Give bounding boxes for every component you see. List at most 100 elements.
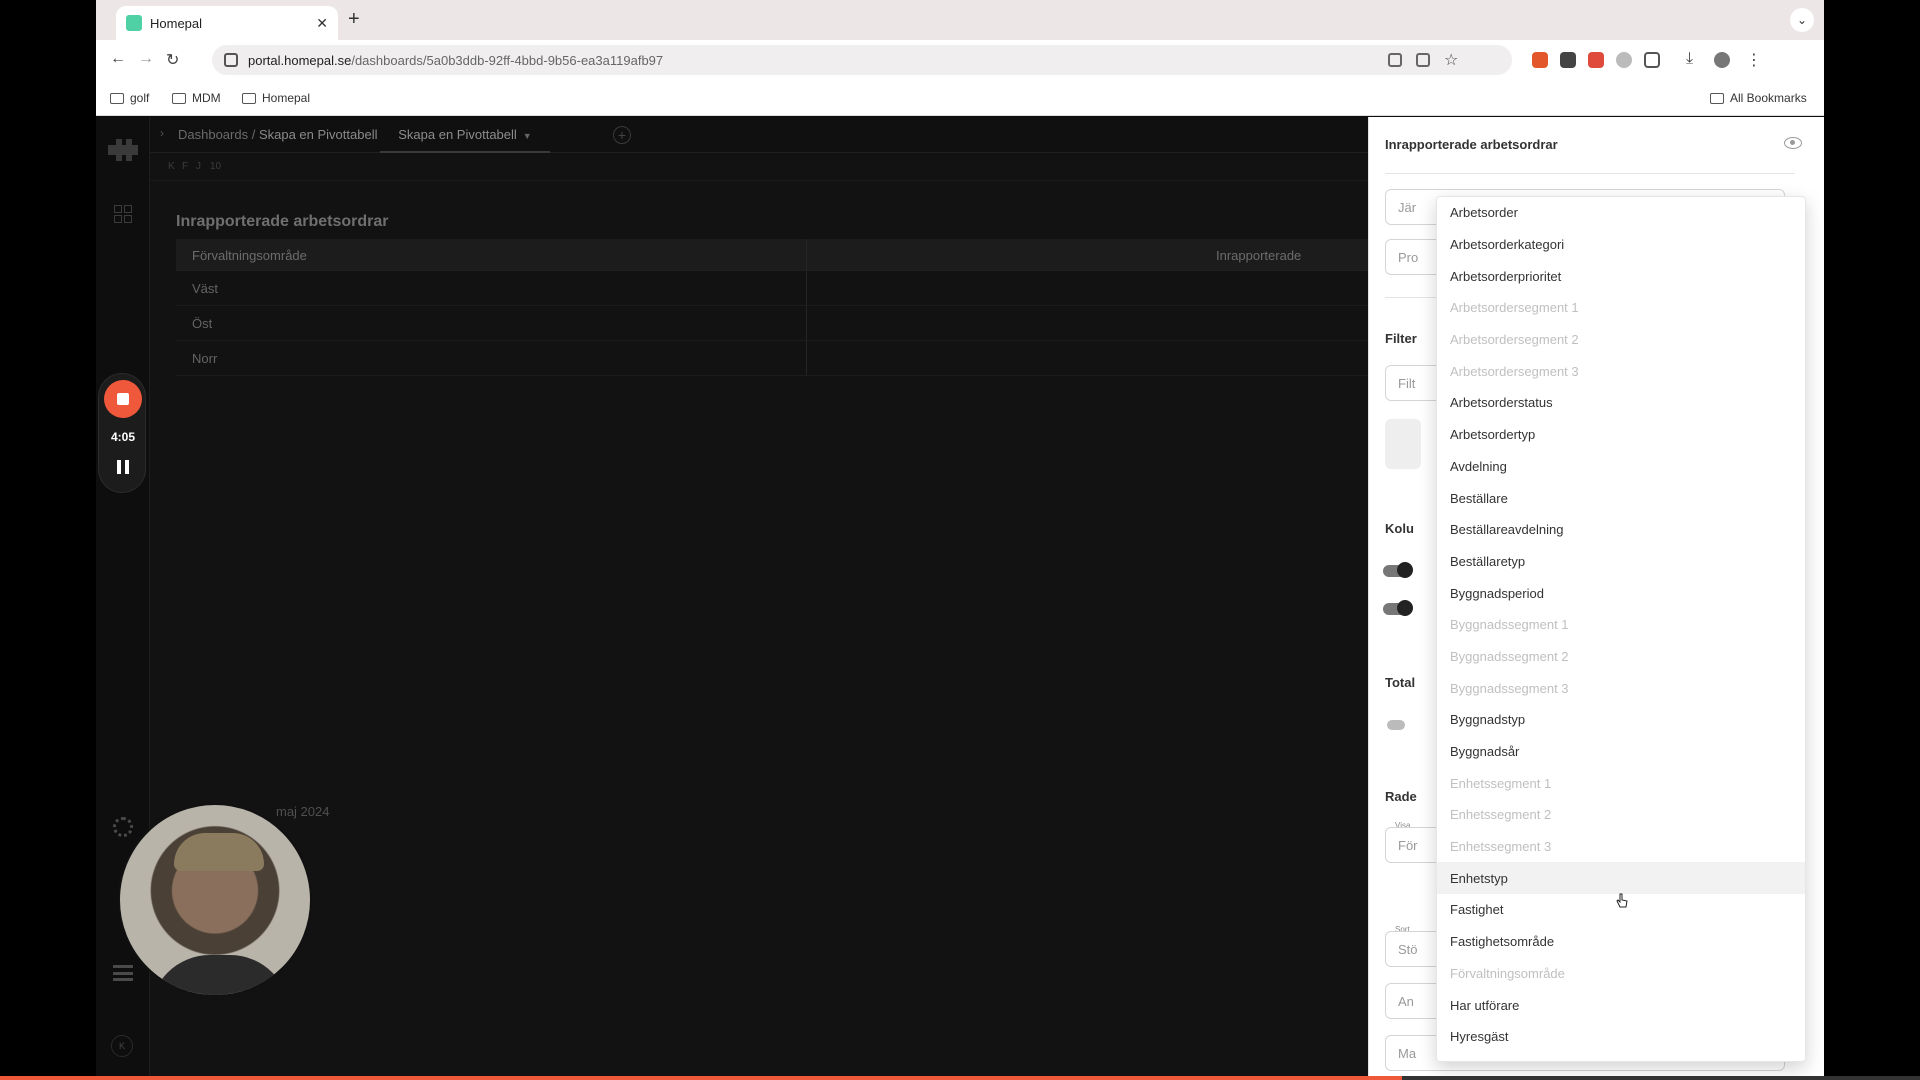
total-toggle[interactable] [1387,720,1405,730]
column-toggle[interactable] [1383,562,1413,578]
extension-red-icon[interactable] [1588,52,1604,68]
dropdown-option: Enhetssegment 3 [1450,839,1552,855]
eye-icon[interactable] [1784,137,1802,149]
dropdown-option[interactable]: Arbetsorderprioritet [1437,260,1805,292]
tab-skapa-en-pivottabell[interactable]: Skapa en Pivottabell ▼ [380,117,550,153]
dropdown-option[interactable]: Hyresgäst [1437,1021,1805,1053]
bookmark-label: Homepal [262,91,311,105]
breadcrumb-root[interactable]: Dashboards / [178,127,255,142]
browser-tab[interactable]: Homepal ✕ [116,6,338,40]
url-host: portal.homepal.se [248,52,352,68]
tab-search-button[interactable]: ⌄ [1790,8,1814,32]
dashboard-top-bar: › Dashboards / Skapa en Pivottabell Skap… [150,117,1368,153]
dropdown-option[interactable]: Byggnadsår [1437,736,1805,768]
folder-icon [110,92,124,104]
filter-add-button[interactable] [1385,419,1421,469]
kolumn-label: Kolu [1385,521,1414,536]
dropdown-option: Arbetsordersegment 2 [1450,332,1579,348]
add-tab-button[interactable]: + [613,126,631,144]
forward-icon[interactable]: → [138,50,154,68]
list-icon[interactable] [113,965,133,981]
pause-recording-icon[interactable] [117,460,129,474]
dropdown-option[interactable]: Beställaretyp [1437,546,1805,578]
dropdown-option[interactable]: Arbetsorderstatus [1437,387,1805,419]
dropdown-option[interactable]: Byggnadstyp [1437,704,1805,736]
extension-gear-icon[interactable] [1616,52,1632,68]
column-header[interactable]: Inrapporterade [1216,248,1301,263]
address-bar[interactable]: portal.homepal.se/dashboards/5a0b3ddb-92… [212,45,1512,75]
breadcrumb-current: Skapa en Pivottabell [258,127,378,142]
bookmark-label: golf [130,91,150,105]
recording-time: 4:05 [110,430,136,444]
browser-menu-icon[interactable]: ⋮ [1746,50,1762,70]
dropdown-option[interactable]: Beställare [1437,482,1805,514]
gear-icon[interactable] [113,817,133,837]
toolbar-button-k[interactable]: K [168,161,175,172]
bookmark-homepal[interactable]: Homepal [242,91,310,105]
hand-cursor-icon [1616,893,1628,908]
webcam-person-cap [174,833,264,871]
table-row: Öst [176,306,1368,341]
site-info-icon[interactable] [224,53,238,67]
reload-icon[interactable]: ↻ [166,50,179,70]
table-row: Väst [176,271,1368,306]
tab-title: Homepal [150,15,203,31]
dropdown-option: Arbetsordersegment 3 [1450,363,1579,379]
dashboard-grid-icon[interactable] [114,205,132,223]
table-cell: Väst [192,281,219,296]
dropdown-option[interactable]: Arbetsorder [1437,197,1805,229]
install-app-icon[interactable] [1388,53,1402,67]
toolbar-button-f[interactable]: F [182,161,188,172]
homepal-logo-icon[interactable] [108,139,138,161]
translate-icon[interactable] [1416,53,1430,67]
extensions-puzzle-icon[interactable] [1644,52,1660,68]
dropdown-option[interactable]: Arbetsordertyp [1437,419,1805,451]
new-tab-button[interactable]: + [348,8,360,31]
date-footer: maj 2024 [276,804,330,819]
panel-title: Inrapporterade arbetsordrar [1385,137,1558,152]
pivot-table: Förvaltningsområde Inrapporterade Väst Ö… [176,239,1368,376]
toolbar-button-10[interactable]: 10 [210,161,221,172]
dropdown-option[interactable]: Har utförare [1437,989,1805,1021]
toolbar-button-j[interactable]: J [196,161,201,172]
bookmark-star-icon[interactable]: ☆ [1444,50,1458,70]
screen-recording-frame: Homepal ✕ + ⌄ ← → ↻ portal.homepal.se/da… [96,0,1824,1076]
collapse-sidebar-button[interactable]: K [111,1035,133,1057]
download-icon[interactable]: ⤓ [1686,50,1693,68]
dropdown-option: Förvaltningsområde [1450,965,1565,981]
dropdown-option: Byggnadssegment 3 [1450,680,1569,696]
bookmark-label: All Bookmarks [1730,91,1807,105]
webcam-person-shirt [150,955,290,995]
bookmark-mdm[interactable]: MDM [172,91,221,105]
dropdown-option[interactable]: Arbetsorderkategori [1437,229,1805,261]
table-row: Norr [176,341,1368,376]
bookmark-golf[interactable]: golf [110,91,149,105]
folder-icon [172,92,186,104]
extension-fox-icon[interactable] [1532,52,1548,68]
dropdown-option[interactable]: Enhetstyp [1437,862,1805,895]
webcam-overlay [118,803,312,997]
stop-recording-button[interactable] [104,380,142,418]
back-icon[interactable]: ← [110,50,126,68]
dropdown-option[interactable]: Fastighetsområde [1437,926,1805,958]
browser-toolbar: ← → ↻ portal.homepal.se/dashboards/5a0b3… [96,40,1824,80]
dropdown-option: Enhetssegment 2 [1450,807,1552,823]
extension-badge-icon[interactable] [1560,52,1576,68]
folder-icon [1710,92,1724,104]
column-toggle[interactable] [1383,600,1413,616]
dropdown-option[interactable]: Avdelning [1437,451,1805,483]
dropdown-option: Arbetsordersegment 1 [1450,300,1579,316]
dropdown-option: Byggnadssegment 2 [1450,648,1569,664]
column-header[interactable]: Förvaltningsområde [192,248,307,263]
field-dropdown-list: Arbetsorder Arbetsorderkategori Arbetsorde… [1436,196,1806,1062]
dropdown-option[interactable]: Byggnadsperiod [1437,577,1805,609]
profile-avatar-icon[interactable] [1714,52,1730,68]
chevron-right-icon[interactable]: › [160,126,164,140]
dropdown-option[interactable]: Beställareavdelning [1437,514,1805,546]
all-bookmarks[interactable]: All Bookmarks [1710,91,1807,105]
dropdown-option: Byggnadssegment 1 [1450,617,1569,633]
folder-icon [242,92,256,104]
screen-recorder-widget: 4:05 [98,373,146,493]
close-tab-icon[interactable]: ✕ [316,15,328,32]
homepal-favicon-icon [126,15,142,31]
